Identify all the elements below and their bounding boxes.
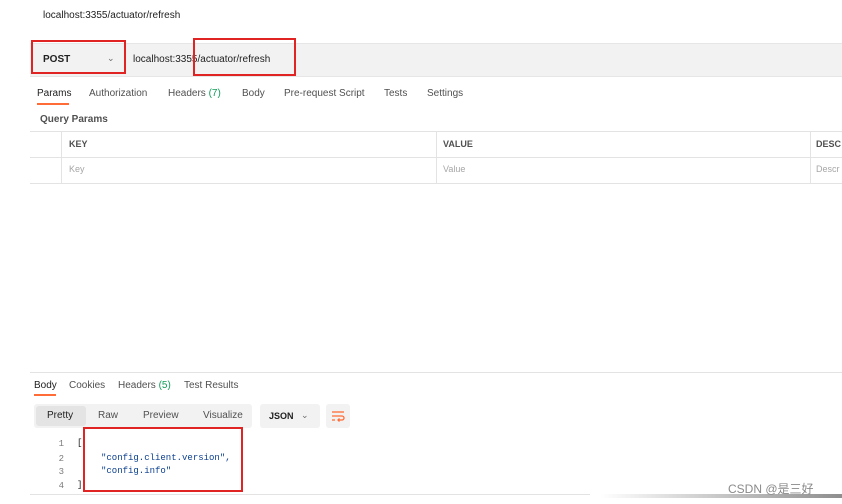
line-number: 3: [58, 467, 64, 477]
method-highlight-box: [31, 40, 126, 74]
response-tab-headers[interactable]: Headers (5): [118, 380, 171, 391]
line-number: 2: [58, 454, 64, 464]
url-highlight-box: [193, 38, 296, 76]
tab-headers-label: Headers: [168, 88, 206, 99]
column-divider: [436, 131, 437, 183]
response-tab-test-results[interactable]: Test Results: [184, 380, 238, 391]
chevron-down-icon: ⌄: [301, 410, 309, 420]
column-header-description: DESC: [816, 139, 842, 149]
query-params-title: Query Params: [40, 114, 108, 125]
tab-params[interactable]: Params: [37, 88, 71, 99]
line-number: 1: [58, 439, 64, 449]
code-line: ]: [77, 480, 83, 490]
tab-params-underline: [37, 103, 69, 105]
view-preview-button[interactable]: Preview: [143, 410, 179, 421]
column-header-key: KEY: [69, 139, 88, 149]
response-tab-underline: [34, 394, 56, 396]
key-input[interactable]: Key: [69, 164, 85, 174]
column-header-value: VALUE: [443, 139, 473, 149]
response-tab-headers-count: (5): [158, 380, 171, 391]
view-visualize-button[interactable]: Visualize: [203, 410, 243, 421]
column-divider: [61, 131, 62, 183]
response-tab-body[interactable]: Body: [34, 380, 57, 391]
response-divider[interactable]: [30, 372, 842, 373]
view-raw-button[interactable]: Raw: [98, 410, 118, 421]
tab-authorization[interactable]: Authorization: [89, 88, 147, 99]
tab-headers-count: (7): [208, 88, 221, 99]
tab-body[interactable]: Body: [242, 88, 265, 99]
window-url-title: localhost:3355/actuator/refresh: [43, 10, 181, 21]
tab-pre-request-script[interactable]: Pre-request Script: [284, 88, 365, 99]
column-divider: [810, 131, 811, 183]
value-input[interactable]: Value: [443, 164, 465, 174]
tab-headers[interactable]: Headers (7): [168, 88, 221, 99]
table-bottom-border: [30, 183, 842, 184]
bottom-divider: [30, 494, 590, 495]
wrap-lines-icon: [332, 411, 345, 422]
format-select-label: JSON: [269, 411, 294, 421]
tab-tests[interactable]: Tests: [384, 88, 407, 99]
tab-settings[interactable]: Settings: [427, 88, 463, 99]
description-input[interactable]: Descr: [816, 164, 840, 174]
code-highlight-box: [83, 427, 243, 492]
view-pretty-button[interactable]: Pretty: [47, 410, 73, 421]
response-tab-headers-label: Headers: [118, 380, 156, 391]
line-number: 4: [58, 481, 64, 491]
watermark: CSDN @是三好: [728, 482, 814, 496]
response-tab-cookies[interactable]: Cookies: [69, 380, 105, 391]
code-line: [: [77, 438, 83, 448]
